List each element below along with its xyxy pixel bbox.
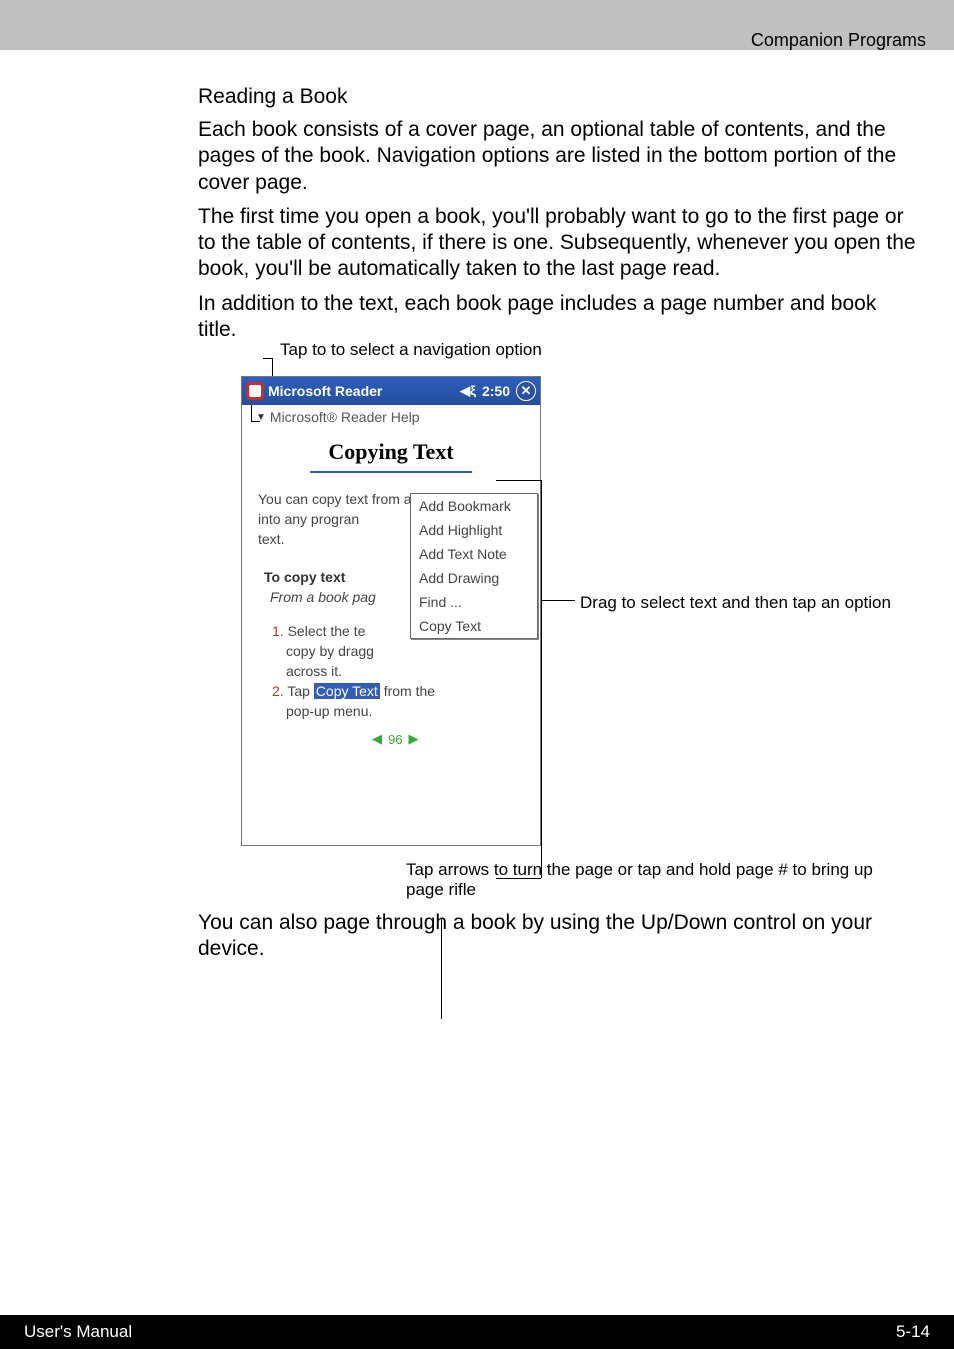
titlebar[interactable]: Microsoft Reader ◀ξ 2:50 ✕ — [242, 377, 540, 405]
menu-item-bookmark[interactable]: Add Bookmark — [411, 494, 537, 518]
paragraph-2: The first time you open a book, you'll p… — [198, 204, 918, 283]
step-1b: copy by dragg — [286, 643, 374, 659]
breadcrumb[interactable]: ▼ Microsoft® Reader Help — [242, 405, 540, 427]
header-chapter: Companion Programs — [751, 30, 926, 51]
page-nav[interactable]: ◀ 96 ▶ — [372, 731, 418, 747]
callout-line — [251, 405, 252, 421]
body-text: text. — [258, 531, 284, 547]
context-menu[interactable]: Add Bookmark Add Highlight Add Text Note… — [410, 493, 538, 639]
app-title: Microsoft Reader — [268, 383, 382, 399]
app-icon[interactable] — [246, 382, 264, 400]
section-title: Reading a Book — [198, 85, 918, 109]
step-2b: pop-up menu. — [286, 703, 372, 719]
close-icon[interactable]: ✕ — [516, 381, 536, 401]
paragraph-below: You can also page through a book by usin… — [198, 910, 918, 963]
caption-bottom: Tap arrows to turn the page or tap and h… — [406, 860, 896, 901]
footer-left: User's Manual — [24, 1322, 132, 1342]
menu-item-highlight[interactable]: Add Highlight — [411, 518, 537, 542]
heading-underline — [310, 471, 472, 473]
footer: User's Manual 5-14 — [0, 1315, 954, 1349]
body-italic: From a book pag — [270, 589, 376, 605]
menu-item-copy-text[interactable]: Copy Text — [411, 614, 537, 638]
step-1c: across it. — [286, 663, 342, 679]
callout-line — [251, 421, 260, 422]
figure: Tap to to select a navigation option Mic… — [200, 340, 920, 900]
menu-item-find[interactable]: Find ... — [411, 590, 537, 614]
callout-line — [496, 480, 541, 481]
caption-right: Drag to select text and then tap an opti… — [580, 593, 891, 613]
paragraph-3: In addition to the text, each book page … — [198, 291, 918, 344]
callout-line — [541, 600, 575, 601]
page-number[interactable]: 96 — [388, 732, 402, 747]
step-1: 1. Select the te — [272, 623, 365, 639]
page-heading: Copying Text — [242, 427, 540, 469]
menu-item-drawing[interactable]: Add Drawing — [411, 566, 537, 590]
paragraph-1: Each book consists of a cover page, an o… — [198, 117, 918, 196]
breadcrumb-label: Microsoft® Reader Help — [270, 409, 420, 425]
clock: 2:50 — [482, 383, 510, 399]
callout-line — [541, 480, 542, 878]
caption-top: Tap to to select a navigation option — [280, 340, 542, 360]
body-text: into any progran — [258, 511, 359, 527]
next-page-arrow[interactable]: ▶ — [408, 731, 418, 747]
device-screenshot: Microsoft Reader ◀ξ 2:50 ✕ ▼ Microsoft® … — [241, 376, 541, 846]
step-2: 2. Tap Copy Text from the — [272, 683, 435, 699]
footer-right: 5-14 — [896, 1322, 930, 1342]
prev-page-arrow[interactable]: ◀ — [372, 731, 382, 747]
subheading: To copy text — [264, 569, 345, 585]
callout-line — [263, 358, 272, 359]
speaker-icon[interactable]: ◀ξ — [460, 383, 476, 399]
menu-item-text-note[interactable]: Add Text Note — [411, 542, 537, 566]
